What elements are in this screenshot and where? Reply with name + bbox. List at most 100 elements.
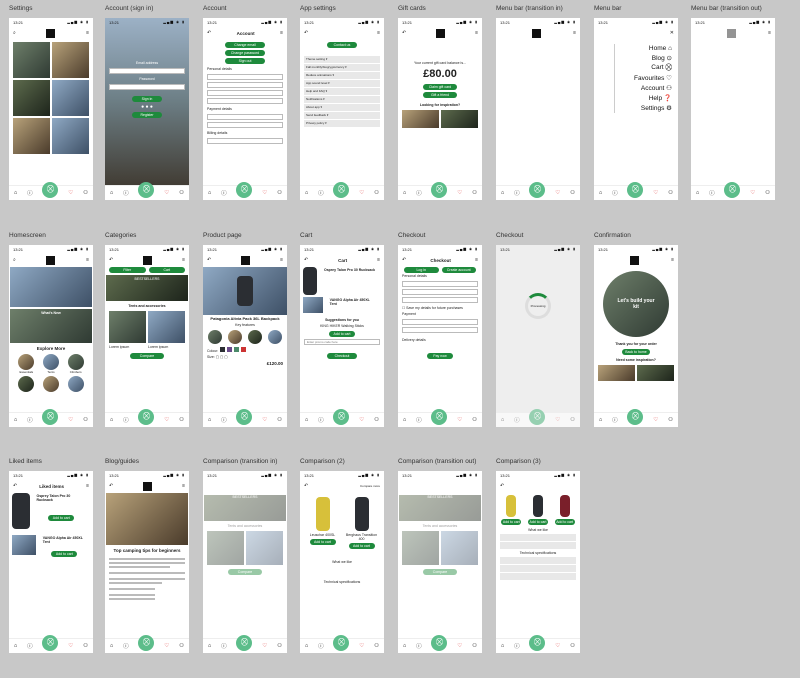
- image-tile[interactable]: [52, 118, 89, 154]
- menu-icon[interactable]: ≡: [86, 483, 89, 489]
- blog-icon[interactable]: ⓘ: [27, 416, 33, 424]
- heart-icon[interactable]: ♡: [457, 190, 462, 196]
- add-to-cart-button[interactable]: Add to cart: [527, 519, 548, 525]
- heart-icon[interactable]: ♡: [653, 417, 658, 423]
- image-tile[interactable]: [52, 42, 89, 78]
- menu-icon[interactable]: ≡: [182, 257, 185, 263]
- home-icon[interactable]: ⌂: [501, 643, 504, 649]
- heart-icon[interactable]: ♡: [164, 643, 169, 649]
- account-icon[interactable]: ⚇: [374, 417, 379, 423]
- menu-item-settings[interactable]: Settings ⚙: [615, 103, 678, 113]
- card-field[interactable]: [402, 319, 478, 325]
- menu-item-home[interactable]: Home ⌂: [615, 44, 678, 53]
- create-account-button[interactable]: Create account: [441, 267, 476, 273]
- home-icon[interactable]: ⌂: [403, 190, 406, 196]
- blog-icon[interactable]: ⓘ: [416, 642, 422, 650]
- heart-icon[interactable]: ♡: [359, 643, 364, 649]
- category-climbers[interactable]: Climbers: [64, 354, 87, 374]
- cart-icon[interactable]: ⛒: [42, 181, 59, 198]
- search-icon[interactable]: ⌕: [13, 257, 16, 263]
- back-icon[interactable]: ↶: [500, 483, 504, 489]
- menu-icon[interactable]: ≡: [573, 30, 576, 36]
- text-field[interactable]: [207, 138, 283, 144]
- add-to-cart-button[interactable]: Add to cart: [51, 551, 78, 557]
- heart-icon[interactable]: ♡: [68, 417, 73, 423]
- product-tile[interactable]: [148, 311, 185, 343]
- menu-item-favourites[interactable]: Favourites ♡: [615, 73, 678, 83]
- compare-button[interactable]: Compare: [228, 569, 262, 575]
- logo[interactable]: [436, 28, 446, 38]
- contact-button[interactable]: Contact us: [327, 42, 357, 48]
- blog-icon[interactable]: ⓘ: [27, 189, 33, 197]
- whats-new-banner[interactable]: What's New: [10, 309, 92, 343]
- blog-icon[interactable]: ⓘ: [27, 642, 33, 650]
- compare-button[interactable]: Compare: [423, 569, 457, 575]
- text-field[interactable]: [207, 82, 283, 88]
- home-icon[interactable]: ⌂: [599, 417, 602, 423]
- account-icon[interactable]: ⚇: [570, 190, 575, 196]
- cart-item[interactable]: VANGO Alpha Air 450XL Tent: [300, 297, 384, 313]
- sign-out-button[interactable]: Sign out: [225, 58, 265, 64]
- menu-icon[interactable]: ≡: [671, 257, 674, 263]
- menu-icon[interactable]: ≡: [280, 30, 283, 36]
- heart-icon[interactable]: ♡: [68, 190, 73, 196]
- liked-item[interactable]: Osprey Talon Pro 30 Rucksack Add to cart: [9, 493, 93, 529]
- menu-icon[interactable]: ≡: [768, 30, 771, 36]
- logo[interactable]: [143, 255, 153, 265]
- menu-icon[interactable]: ≡: [182, 483, 185, 489]
- claim-gift-card-button[interactable]: Claim gift card: [423, 84, 457, 90]
- back-icon[interactable]: ↶: [402, 30, 406, 36]
- compare-product[interactable]: Add to cart: [526, 493, 551, 527]
- heart-icon[interactable]: ♡: [653, 190, 658, 196]
- search-icon[interactable]: ⌕: [13, 30, 16, 36]
- menu-icon[interactable]: ≡: [280, 257, 283, 263]
- blog-icon[interactable]: ⓘ: [514, 189, 520, 197]
- settings-row[interactable]: About app ▾: [304, 104, 380, 111]
- close-icon[interactable]: ✕: [670, 30, 674, 36]
- cart-icon[interactable]: ⛒: [333, 181, 350, 198]
- logo[interactable]: [727, 28, 737, 38]
- heart-icon[interactable]: ♡: [359, 417, 364, 423]
- settings-row[interactable]: Help and FAQ ▾: [304, 88, 380, 95]
- cart-icon[interactable]: ⛒: [42, 408, 59, 425]
- cart-icon[interactable]: ⛒: [529, 181, 546, 198]
- menu-icon[interactable]: ≡: [377, 30, 380, 36]
- text-field[interactable]: [402, 281, 478, 287]
- filter-button[interactable]: Filter: [109, 267, 146, 273]
- back-icon[interactable]: ↶: [207, 30, 211, 36]
- menu-icon[interactable]: ≡: [86, 30, 89, 36]
- password-field[interactable]: [109, 84, 185, 90]
- heart-icon[interactable]: ♡: [750, 190, 755, 196]
- product-image[interactable]: [203, 267, 287, 315]
- back-icon[interactable]: ↶: [109, 257, 113, 263]
- compare-button[interactable]: Compare: [130, 353, 164, 359]
- register-button[interactable]: Register: [132, 112, 162, 118]
- account-icon[interactable]: ⚇: [179, 417, 184, 423]
- account-icon[interactable]: ⚇: [472, 643, 477, 649]
- home-icon[interactable]: ⌂: [14, 190, 17, 196]
- heart-icon[interactable]: ♡: [555, 643, 560, 649]
- back-icon[interactable]: ↶: [304, 257, 308, 263]
- change-email-button[interactable]: Change email: [225, 42, 265, 48]
- heart-icon[interactable]: ♡: [262, 643, 267, 649]
- account-icon[interactable]: ⚇: [668, 190, 673, 196]
- change-password-button[interactable]: Change password: [225, 50, 265, 56]
- cart-icon[interactable]: ⛒: [529, 634, 546, 651]
- account-icon[interactable]: ⚇: [374, 190, 379, 196]
- log-in-button[interactable]: Log in: [404, 267, 439, 273]
- cart-icon[interactable]: ⛒: [333, 634, 350, 651]
- logo[interactable]: [46, 28, 56, 38]
- account-icon[interactable]: ⚇: [83, 643, 88, 649]
- text-field[interactable]: [207, 90, 283, 96]
- add-to-cart-button[interactable]: Add to cart: [501, 519, 522, 525]
- blog-icon[interactable]: ⓘ: [221, 189, 227, 197]
- back-to-home-button[interactable]: Back to home: [622, 349, 650, 355]
- gift-friend-button[interactable]: Gift a friend: [423, 92, 457, 98]
- image-tile[interactable]: [598, 365, 635, 381]
- blog-icon[interactable]: ⓘ: [318, 416, 324, 424]
- menu-item-cart[interactable]: Cart ⛒: [615, 63, 678, 73]
- menu-icon[interactable]: ≡: [475, 30, 478, 36]
- cart-icon[interactable]: ⛒: [724, 181, 741, 198]
- settings-row[interactable]: Theme setting ▾: [304, 56, 380, 63]
- account-icon[interactable]: ⚇: [668, 417, 673, 423]
